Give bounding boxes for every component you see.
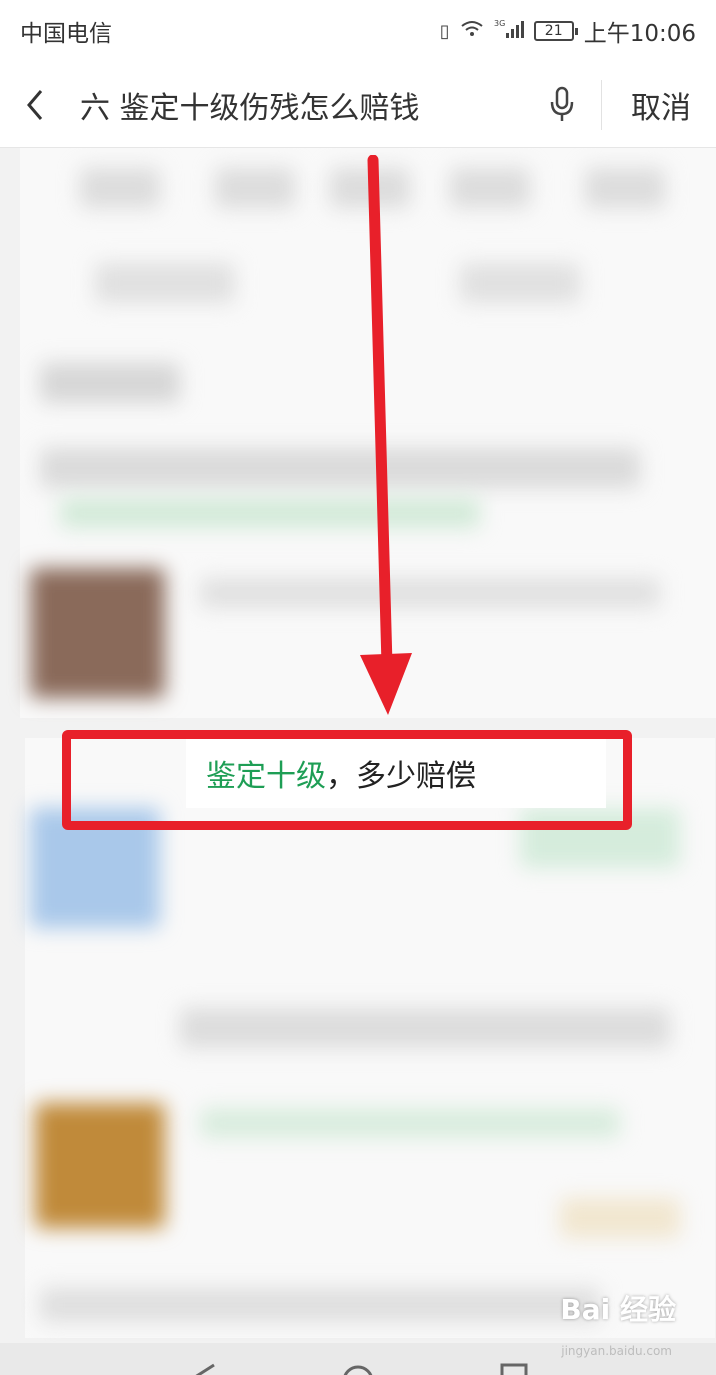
status-bar: 中国电信 ▯ 3G 21 上午10:06 <box>0 0 716 62</box>
watermark-url: jingyan.baidu.com <box>561 1344 672 1358</box>
annotation-arrow <box>360 155 412 715</box>
cancel-button[interactable]: 取消 <box>606 83 716 127</box>
blurred-line-2 <box>200 578 660 608</box>
voice-search-button[interactable] <box>527 62 597 148</box>
microphone-icon <box>550 86 574 121</box>
back-button[interactable] <box>0 62 70 148</box>
blurred-tab-5 <box>585 168 665 208</box>
wifi-icon <box>460 20 484 43</box>
blurred-thumbnail-3 <box>35 1103 165 1228</box>
annotation-box <box>62 730 632 830</box>
svg-text:3G: 3G <box>494 19 505 28</box>
nav-recents-icon[interactable] <box>498 1361 530 1375</box>
blurred-heading <box>40 363 180 403</box>
baidu-jingyan-watermark: Bai 经验 <box>560 1293 676 1326</box>
signal-icon: 3G <box>494 19 524 44</box>
nav-home-icon[interactable] <box>340 1361 376 1375</box>
status-icons: ▯ 3G 21 上午10:06 <box>440 14 696 48</box>
carrier-label: 中国电信 <box>20 21 112 47</box>
search-header: 六 鉴定十级伤残怎么赔钱 取消 <box>0 62 716 148</box>
blurred-tab-1 <box>80 168 160 208</box>
vibrate-icon: ▯ <box>439 20 450 42</box>
battery-level: 21 <box>544 23 563 39</box>
blurred-line-3 <box>180 1008 670 1048</box>
search-input[interactable]: 六 鉴定十级伤残怎么赔钱 <box>70 83 527 127</box>
clock-label: 上午10:06 <box>583 21 696 47</box>
header-divider <box>601 79 602 130</box>
blurred-chip-1 <box>95 263 235 303</box>
blurred-thumbnail-1 <box>30 568 165 698</box>
blurred-chip-2 <box>460 263 580 303</box>
blurred-line-4 <box>40 1288 600 1322</box>
blurred-line-1 <box>40 448 640 488</box>
blurred-tab-2 <box>215 168 295 208</box>
battery-icon: 21 <box>533 21 578 41</box>
chevron-left-icon <box>27 89 43 120</box>
blurred-badge <box>560 1198 680 1238</box>
blurred-tab-4 <box>450 168 530 208</box>
blurred-line-green-3 <box>200 1108 620 1138</box>
nav-back-icon[interactable] <box>188 1361 218 1375</box>
